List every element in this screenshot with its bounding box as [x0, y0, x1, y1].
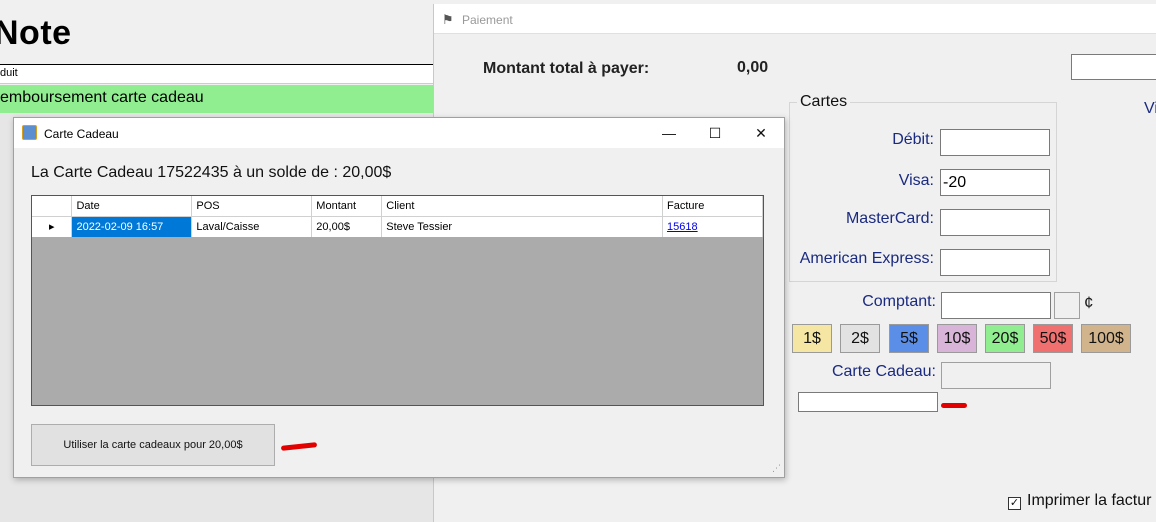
bill-button-10[interactable]: 10$ — [937, 324, 977, 353]
maximize-button[interactable]: ☐ — [692, 118, 738, 148]
red-annotation-mark — [941, 403, 967, 408]
cell-date[interactable]: 2022-02-09 16:57 — [71, 216, 193, 237]
giftcard-dialog-title: Carte Cadeau — [44, 127, 119, 141]
col-header-pos[interactable]: POS — [191, 196, 313, 217]
bill-button-1[interactable]: 1$ — [792, 324, 832, 353]
giftcard-dialog: Carte Cadeau — ☐ ✕ La Carte Cadeau 17522… — [13, 117, 785, 478]
bill-button-50[interactable]: 50$ — [1033, 324, 1073, 353]
giftcard-balance-text: La Carte Cadeau 17522435 à un solde de :… — [31, 164, 392, 181]
transactions-table: Date POS Montant Client Facture ▸ 2022-0… — [32, 196, 763, 237]
total-value: 0,00 — [737, 59, 769, 76]
total-label: Montant total à payer: — [483, 60, 650, 77]
amex-input[interactable] — [940, 249, 1050, 276]
bill-button-20[interactable]: 20$ — [985, 324, 1025, 353]
col-header-client[interactable]: Client — [381, 196, 664, 217]
cash-input[interactable] — [941, 292, 1051, 319]
giftcard-label: Carte Cadeau: — [831, 363, 936, 380]
bill-button-5[interactable]: 5$ — [889, 324, 929, 353]
visa-label: Visa: — [898, 172, 934, 189]
col-header-date[interactable]: Date — [71, 196, 193, 217]
cell-amount[interactable]: 20,00$ — [311, 216, 383, 237]
bill-button-2[interactable]: 2$ — [840, 324, 880, 353]
invoice-link[interactable]: 15618 — [667, 221, 698, 233]
cell-invoice[interactable]: 15618 — [662, 216, 763, 237]
resize-grip-icon[interactable]: ⋰ — [772, 463, 781, 474]
cards-group-title: Cartes — [797, 93, 851, 111]
col-header-invoice[interactable]: Facture — [662, 196, 763, 217]
checkered-flag-icon: ⚑ — [442, 12, 454, 27]
note-item-row[interactable]: emboursement carte cadeau — [0, 85, 433, 113]
row-header-corner — [32, 196, 73, 217]
giftcard-titlebar[interactable]: Carte Cadeau — ☐ ✕ — [14, 118, 784, 148]
cents-symbol: ¢ — [1084, 293, 1094, 312]
mastercard-label: MasterCard: — [845, 210, 934, 227]
note-column-header: duit — [0, 64, 433, 84]
gift-card-icon — [22, 125, 37, 140]
debit-input[interactable] — [940, 129, 1050, 156]
amex-label: American Express: — [799, 250, 934, 267]
close-button[interactable]: ✕ — [738, 118, 784, 148]
cell-client[interactable]: Steve Tessier — [381, 216, 664, 237]
bill-button-100[interactable]: 100$ — [1081, 324, 1131, 353]
side-link[interactable]: Vi — [1144, 100, 1156, 118]
giftcard-number-input[interactable] — [798, 392, 938, 412]
payment-window-title: Paiement — [462, 13, 513, 27]
print-invoice-label: Imprimer la factur — [1027, 492, 1152, 509]
note-title: Note — [0, 14, 72, 52]
giftcard-input[interactable] — [941, 362, 1051, 389]
payment-titlebar[interactable]: ⚑ Paiement — [434, 4, 1156, 34]
cash-label: Comptant: — [862, 293, 936, 310]
red-annotation-mark — [280, 442, 318, 451]
cents-input[interactable] — [1054, 292, 1080, 319]
cell-pos[interactable]: Laval/Caisse — [191, 216, 313, 237]
checkbox-checked-icon: ✓ — [1008, 497, 1021, 510]
minimize-button[interactable]: — — [646, 118, 692, 148]
table-row[interactable]: ▸ 2022-02-09 16:57 Laval/Caisse 20,00$ S… — [32, 216, 763, 237]
row-selector-arrow-icon[interactable]: ▸ — [32, 216, 73, 237]
debit-label: Débit: — [892, 131, 934, 148]
top-right-input[interactable] — [1071, 54, 1156, 80]
visa-input[interactable] — [940, 169, 1050, 196]
use-giftcard-button[interactable]: Utiliser la carte cadeaux pour 20,00$ — [31, 424, 275, 466]
col-header-amount[interactable]: Montant — [311, 196, 383, 217]
mastercard-input[interactable] — [940, 209, 1050, 236]
print-invoice-checkbox[interactable]: ✓ Imprimer la factur — [1008, 492, 1151, 510]
transactions-grid[interactable]: Date POS Montant Client Facture ▸ 2022-0… — [31, 195, 764, 406]
